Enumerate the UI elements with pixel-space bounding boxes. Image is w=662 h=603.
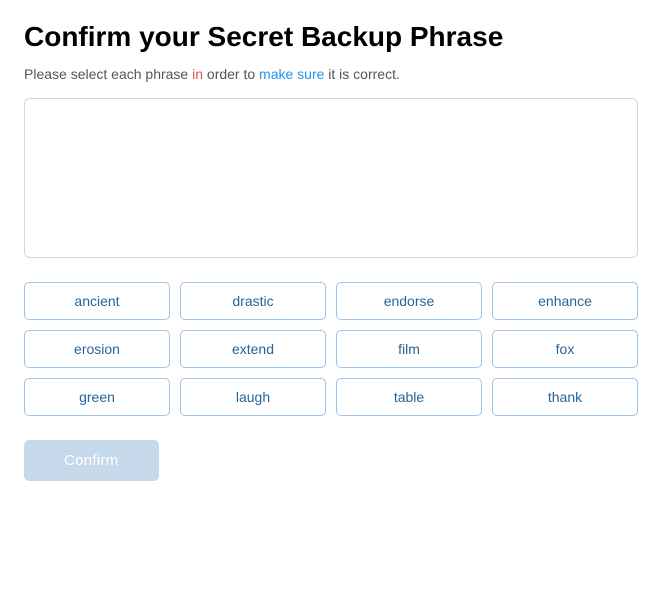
word-button[interactable]: green xyxy=(24,378,170,416)
word-button[interactable]: table xyxy=(336,378,482,416)
word-button[interactable]: fox xyxy=(492,330,638,368)
confirm-button[interactable]: Confirm xyxy=(24,440,159,481)
subtitle-before-in: Please select each phrase xyxy=(24,66,192,82)
subtitle-after: it is correct. xyxy=(324,66,399,82)
subtitle-make-sure: make sure xyxy=(259,66,324,82)
word-button[interactable]: endorse xyxy=(336,282,482,320)
word-button[interactable]: erosion xyxy=(24,330,170,368)
subtitle-in: in xyxy=(192,66,203,82)
word-button[interactable]: extend xyxy=(180,330,326,368)
word-button[interactable]: thank xyxy=(492,378,638,416)
page-title: Confirm your Secret Backup Phrase xyxy=(24,20,638,54)
word-button[interactable]: laugh xyxy=(180,378,326,416)
word-grid: ancient drastic endorse enhance erosion exten… xyxy=(24,282,638,416)
subtitle: Please select each phrase in order to ma… xyxy=(24,66,638,82)
word-button[interactable]: ancient xyxy=(24,282,170,320)
word-button[interactable]: enhance xyxy=(492,282,638,320)
subtitle-between: order to xyxy=(203,66,259,82)
word-button[interactable]: drastic xyxy=(180,282,326,320)
phrase-display-area xyxy=(24,98,638,258)
word-button[interactable]: film xyxy=(336,330,482,368)
